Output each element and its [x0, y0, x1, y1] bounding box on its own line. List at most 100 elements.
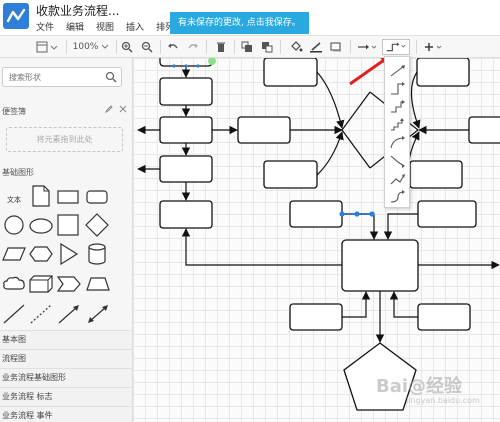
flow-node[interactable]	[417, 200, 477, 228]
connector-style-menu	[384, 56, 410, 208]
shape-square[interactable]	[57, 214, 79, 236]
selection-indicator	[208, 58, 216, 65]
shape-parallelogram[interactable]	[2, 247, 26, 261]
shape-rounded-rectangle[interactable]	[86, 190, 108, 204]
zoom-select[interactable]: 100%	[72, 39, 110, 55]
shape-cube[interactable]	[29, 275, 53, 293]
page-layout-button[interactable]	[34, 39, 60, 55]
shape-arrow-line[interactable]	[57, 303, 81, 325]
flow-node[interactable]	[416, 58, 470, 87]
connector-handle[interactable]	[369, 211, 375, 217]
flow-node-main[interactable]	[341, 239, 419, 292]
line-color-icon	[310, 42, 322, 53]
basic-shapes-section-header[interactable]: 基础图形	[0, 165, 132, 179]
flow-node[interactable]	[289, 303, 343, 331]
shape-cloud[interactable]	[2, 276, 26, 292]
notes-dropzone[interactable]: 将元素拖到此处	[6, 127, 123, 152]
shape-diamond[interactable]	[85, 213, 109, 237]
connector-step-option[interactable]	[388, 99, 408, 115]
arrow-style-button[interactable]	[356, 39, 378, 55]
send-back-button[interactable]	[260, 39, 274, 55]
toolbar: 100%	[0, 36, 500, 58]
zoom-out-button[interactable]	[140, 39, 154, 55]
bring-front-button[interactable]	[240, 39, 254, 55]
connector-scurve-option[interactable]	[388, 189, 408, 205]
flow-node[interactable]	[159, 155, 213, 183]
toolbar-divider	[234, 40, 235, 54]
category-item[interactable]: 业务流程 事件	[0, 406, 132, 422]
flow-node[interactable]	[468, 116, 500, 144]
shape-dashed-line[interactable]	[29, 303, 53, 325]
delete-button[interactable]	[214, 39, 228, 55]
edit-icon[interactable]	[105, 105, 113, 113]
line-color-button[interactable]	[308, 39, 324, 55]
shape-rectangle[interactable]	[57, 190, 79, 204]
connector-elbow-option[interactable]	[388, 81, 408, 97]
app-window: 收款业务流程... 文件 编辑 视图 插入 排列 有未保存的更改, 点击我保存。…	[0, 0, 500, 422]
menu-file[interactable]: 文件	[36, 20, 54, 33]
search-icon[interactable]	[105, 71, 117, 83]
toolbar-divider	[160, 40, 161, 54]
search-input[interactable]	[3, 68, 101, 86]
watermark-main: Bai@经验	[376, 376, 463, 397]
connector-handle[interactable]	[354, 211, 360, 217]
category-item[interactable]: 业务流程 标志	[0, 387, 132, 406]
shape-hexagon[interactable]	[29, 246, 53, 262]
section-actions	[105, 105, 127, 113]
flow-node[interactable]	[263, 160, 318, 189]
shape-text[interactable]: 文本	[4, 195, 24, 207]
connector-diagonal-option[interactable]	[388, 153, 408, 169]
diagram-canvas[interactable]	[133, 58, 500, 422]
menu-insert[interactable]: 插入	[126, 20, 144, 33]
connector-straight-option[interactable]	[388, 63, 408, 79]
flow-node[interactable]	[289, 200, 343, 228]
search-box[interactable]	[2, 67, 122, 87]
shape-line[interactable]	[2, 303, 26, 325]
add-button[interactable]	[422, 39, 446, 55]
notes-section-title: 便签簿	[2, 106, 26, 116]
toolbar-divider	[350, 40, 351, 54]
zoom-in-icon	[121, 41, 133, 53]
shadow-button[interactable]	[328, 39, 344, 55]
fill-color-button[interactable]	[288, 39, 304, 55]
flow-node[interactable]	[417, 303, 471, 331]
redo-button[interactable]	[186, 39, 200, 55]
unsaved-notice[interactable]: 有未保存的更改, 点击我保存。	[170, 12, 309, 34]
zoom-in-button[interactable]	[120, 39, 134, 55]
flow-node[interactable]	[409, 160, 463, 189]
shape-document[interactable]	[31, 185, 51, 207]
category-item[interactable]: 基本图	[0, 330, 132, 349]
flow-node[interactable]	[159, 77, 213, 106]
connector-handle[interactable]	[339, 211, 345, 217]
document-title[interactable]: 收款业务流程...	[36, 2, 119, 19]
shape-ellipse[interactable]	[29, 218, 53, 234]
flow-node[interactable]	[159, 200, 213, 229]
arrow-style-icon	[358, 44, 377, 50]
shape-double-arrow-line[interactable]	[86, 303, 110, 325]
header: 收款业务流程... 文件 编辑 视图 插入 排列 有未保存的更改, 点击我保存。	[0, 0, 500, 36]
connector-curve-option[interactable]	[388, 135, 408, 151]
shape-triangle[interactable]	[59, 243, 79, 265]
category-item[interactable]: 流程图	[0, 349, 132, 368]
flow-node[interactable]	[237, 116, 291, 144]
send-back-icon	[262, 42, 273, 53]
connector-zigzag-option[interactable]	[388, 171, 408, 187]
shape-chevron[interactable]	[57, 276, 81, 292]
shape-library-sidebar: 便签簿 将元素拖到此处 基础图形 文本	[0, 58, 133, 422]
flow-node[interactable]	[263, 58, 318, 87]
toolbar-divider	[66, 40, 67, 54]
shape-cylinder[interactable]	[88, 243, 106, 265]
flow-node[interactable]	[159, 116, 213, 144]
fill-icon	[291, 41, 303, 52]
undo-button[interactable]	[166, 39, 180, 55]
connector-stair-option[interactable]	[388, 117, 408, 133]
menu-edit[interactable]: 编辑	[66, 20, 84, 33]
connector-style-button[interactable]	[382, 39, 410, 55]
shape-trapezoid[interactable]	[86, 277, 110, 291]
shape-circle[interactable]	[3, 215, 25, 235]
menu-view[interactable]: 视图	[96, 20, 114, 33]
category-item[interactable]: 业务流程基础图形	[0, 368, 132, 387]
close-icon[interactable]	[119, 105, 127, 113]
redo-icon	[188, 43, 198, 49]
notes-section-header[interactable]: 便签簿	[0, 104, 132, 118]
